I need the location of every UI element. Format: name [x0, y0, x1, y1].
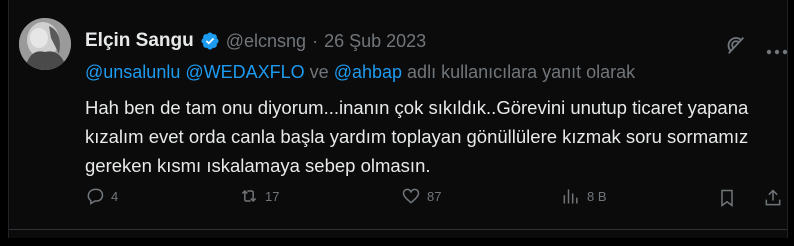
tweet-card[interactable]: Elçin Sangu @elcnsng · 26 Şub 2023 @unsa… [8, 0, 788, 238]
like-count: 87 [427, 188, 442, 204]
avatar-image [19, 18, 71, 70]
mention-link[interactable]: @WEDAXFLO [185, 62, 304, 82]
author-name[interactable]: Elçin Sangu [85, 30, 194, 52]
verified-badge-icon [200, 31, 220, 51]
views-button[interactable]: 8 B [561, 186, 607, 206]
reply-count: 4 [111, 188, 119, 204]
reply-icon [87, 188, 104, 205]
mention-link[interactable]: @unsalunlu [85, 62, 180, 82]
views-icon [563, 189, 578, 204]
like-icon [402, 188, 420, 204]
author-handle[interactable]: @elcnsng [226, 31, 306, 52]
tweet-header: Elçin Sangu @elcnsng · 26 Şub 2023 [85, 30, 426, 52]
bookmark-icon[interactable] [717, 188, 737, 208]
retweet-icon [241, 189, 257, 203]
like-button[interactable]: 87 [401, 186, 441, 206]
tweet-text: Hah ben de tam onu diyorum...inanın çok … [85, 97, 749, 176]
tweet-date[interactable]: 26 Şub 2023 [324, 31, 426, 52]
separator-dot: · [312, 30, 319, 51]
views-count: 8 B [587, 188, 607, 204]
more-icon[interactable] [765, 42, 789, 55]
reply-button[interactable]: 4 [85, 186, 118, 206]
reply-context: @unsalunlu @WEDAXFLO ve @ahbap adlı kull… [85, 62, 635, 83]
mention-link[interactable]: @ahbap [334, 62, 402, 82]
divider [9, 229, 787, 230]
retweet-button[interactable]: 17 [239, 186, 279, 206]
share-icon[interactable] [763, 188, 783, 208]
reply-suffix: adlı kullanıcılara yanıt olarak [407, 62, 636, 82]
grok-icon[interactable] [725, 34, 747, 56]
mention-joiner: ve [309, 62, 329, 82]
retweet-count: 17 [265, 188, 280, 204]
avatar[interactable] [19, 18, 71, 70]
action-bar: 4 17 87 8 B [85, 186, 785, 216]
